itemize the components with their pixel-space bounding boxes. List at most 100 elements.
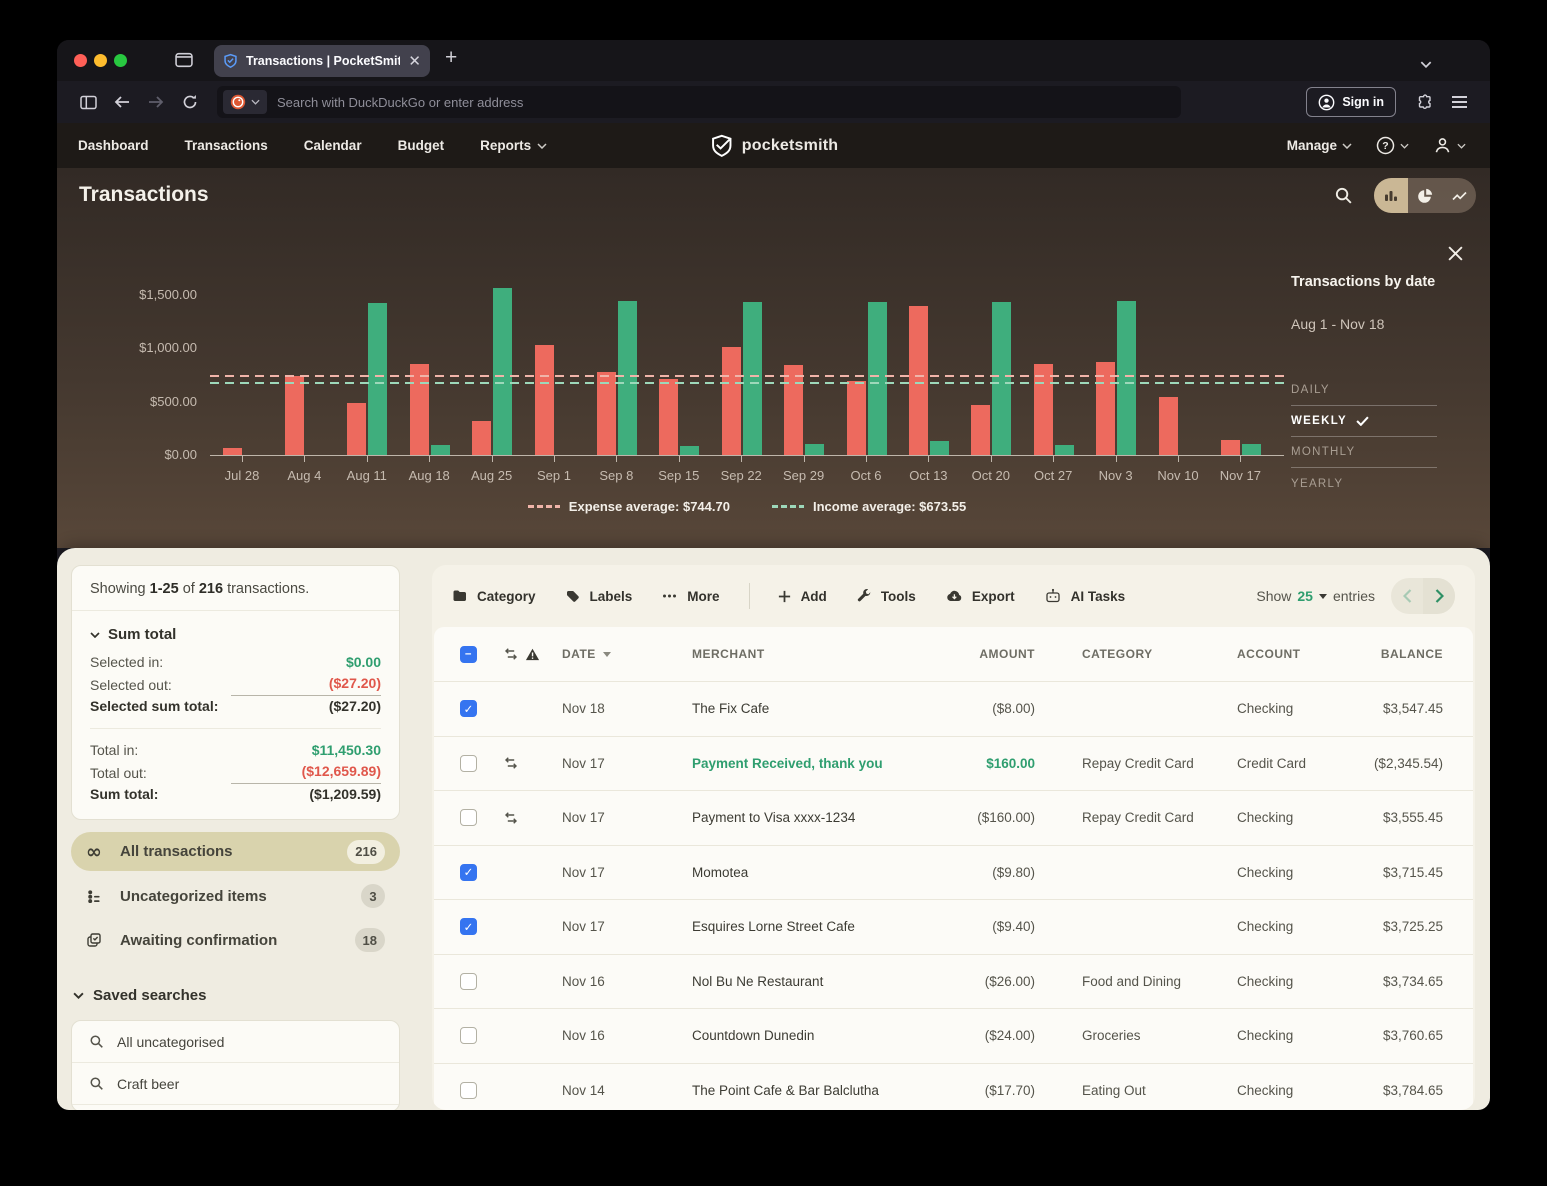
column-header-category[interactable]: CATEGORY (1082, 647, 1237, 661)
income-bar[interactable] (618, 301, 637, 455)
expense-bar[interactable] (347, 403, 366, 455)
close-icon[interactable] (1447, 245, 1464, 267)
back-button[interactable] (105, 87, 139, 117)
line-chart-toggle[interactable] (1442, 178, 1476, 213)
nav-item-reports[interactable]: Reports (480, 138, 547, 153)
sidebar-item-uncategorized-items[interactable]: Uncategorized items3 (71, 877, 400, 915)
row-checkbox[interactable] (460, 1027, 477, 1044)
table-row[interactable]: Nov 16Nol Bu Ne Restaurant($26.00)Food a… (434, 954, 1473, 1009)
expense-bar[interactable] (410, 364, 429, 455)
granularity-yearly[interactable]: YEARLY (1291, 468, 1437, 499)
expense-bar[interactable] (472, 421, 491, 455)
income-bar[interactable] (680, 446, 699, 455)
granularity-daily[interactable]: DAILY (1291, 375, 1437, 406)
expense-bar[interactable] (1221, 440, 1240, 455)
saved-search-all-uncategorised[interactable]: All uncategorised (72, 1021, 399, 1063)
expense-bar[interactable] (722, 347, 741, 455)
expense-bar[interactable] (285, 376, 304, 455)
forward-button[interactable] (139, 87, 173, 117)
table-row[interactable]: ✓Nov 17Momotea($9.80)Checking$3,715.45 (434, 845, 1473, 900)
row-checkbox[interactable] (460, 809, 477, 826)
income-bar[interactable] (805, 444, 824, 455)
row-checkbox[interactable] (460, 973, 477, 990)
minimize-window-button[interactable] (94, 54, 107, 67)
tab-close-icon[interactable]: ✕ (408, 52, 421, 70)
income-bar[interactable] (1055, 445, 1074, 455)
browser-tab[interactable]: Transactions | PocketSmith ✕ (214, 45, 430, 77)
column-header-amount[interactable]: AMOUNT (914, 647, 1035, 661)
add-button[interactable]: Add (777, 589, 827, 604)
row-checkbox[interactable]: ✓ (460, 918, 477, 935)
expense-bar[interactable] (847, 381, 866, 455)
income-bar[interactable] (1242, 444, 1261, 455)
pie-chart-toggle[interactable] (1408, 178, 1442, 213)
expense-bar[interactable] (223, 448, 242, 455)
saved-search-craft-beer[interactable]: Craft beer (72, 1063, 399, 1105)
account-menu[interactable] (1433, 136, 1466, 155)
income-bar[interactable] (493, 288, 512, 455)
table-row[interactable]: Nov 17Payment to Visa xxxx-1234($160.00)… (434, 790, 1473, 845)
export-button[interactable]: Export (945, 589, 1015, 604)
search-engine-selector[interactable] (223, 90, 267, 114)
expense-bar[interactable] (659, 379, 678, 455)
close-window-button[interactable] (74, 54, 87, 67)
nav-item-budget[interactable]: Budget (398, 138, 445, 153)
expense-bar[interactable] (535, 345, 554, 455)
labels-button[interactable]: Labels (565, 588, 633, 604)
table-row[interactable]: ✓Nov 17Esquires Lorne Street Cafe($9.40)… (434, 899, 1473, 954)
income-bar[interactable] (368, 303, 387, 455)
table-row[interactable]: Nov 14The Point Cafe & Bar Balclutha($17… (434, 1063, 1473, 1111)
extensions-puzzle-icon[interactable] (1408, 87, 1442, 117)
ai-tasks-button[interactable]: AI Tasks (1044, 588, 1126, 604)
nav-manage[interactable]: Manage (1287, 138, 1352, 153)
sidebar-item-all-transactions[interactable]: ∞All transactions216 (71, 832, 400, 871)
bar-chart-toggle[interactable] (1374, 178, 1408, 213)
income-bar[interactable] (992, 302, 1011, 455)
row-checkbox[interactable] (460, 755, 477, 772)
income-bar[interactable] (930, 441, 949, 455)
table-row[interactable]: Nov 17Payment Received, thank you$160.00… (434, 736, 1473, 791)
prev-page-button[interactable] (1391, 578, 1423, 614)
column-header-merchant[interactable]: MERCHANT (692, 647, 914, 661)
nav-item-transactions[interactable]: Transactions (185, 138, 268, 153)
expense-bar[interactable] (909, 306, 928, 455)
column-header-date[interactable]: DATE (562, 647, 692, 661)
saved-searches-header[interactable]: Saved searches (73, 987, 206, 1004)
reload-button[interactable] (173, 87, 207, 117)
nav-item-dashboard[interactable]: Dashboard (78, 138, 149, 153)
expense-bar[interactable] (1034, 364, 1053, 455)
firefox-view-icon[interactable] (175, 52, 193, 73)
sidebar-item-awaiting-confirmation[interactable]: Awaiting confirmation18 (71, 921, 400, 959)
row-checkbox[interactable]: ✓ (460, 700, 477, 717)
column-header-account[interactable]: ACCOUNT (1237, 647, 1357, 661)
tab-list-chevron-icon[interactable] (1420, 55, 1432, 73)
show-entries-control[interactable]: Show 25 entries (1256, 588, 1375, 604)
help-menu[interactable]: ? (1376, 136, 1409, 155)
new-tab-button[interactable]: + (445, 46, 457, 70)
sign-in-button[interactable]: Sign in (1306, 87, 1396, 117)
table-row[interactable]: ✓Nov 18The Fix Cafe($8.00)Checking$3,547… (434, 681, 1473, 736)
expense-bar[interactable] (784, 365, 803, 455)
income-bar[interactable] (1117, 301, 1136, 455)
expense-bar[interactable] (971, 405, 990, 455)
zoom-window-button[interactable] (114, 54, 127, 67)
select-all-checkbox[interactable]: – (460, 646, 477, 663)
row-checkbox[interactable] (460, 1082, 477, 1099)
tools-button[interactable]: Tools (856, 588, 916, 604)
granularity-monthly[interactable]: MONTHLY (1291, 437, 1437, 468)
url-bar[interactable]: Search with DuckDuckGo or enter address (217, 86, 1181, 118)
next-page-button[interactable] (1423, 578, 1455, 614)
more-button[interactable]: More (661, 588, 719, 604)
pocketsmith-logo[interactable]: pocketsmith (709, 134, 838, 158)
nav-item-calendar[interactable]: Calendar (304, 138, 362, 153)
table-row[interactable]: Nov 16Countdown Dunedin($24.00)Groceries… (434, 1008, 1473, 1063)
expense-bar[interactable] (1159, 397, 1178, 455)
sidebar-toggle-icon[interactable] (71, 87, 105, 117)
menu-hamburger-icon[interactable] (1442, 87, 1476, 117)
category-button[interactable]: Category (452, 588, 536, 604)
expense-bar[interactable] (597, 372, 616, 455)
income-bar[interactable] (868, 302, 887, 455)
search-icon[interactable] (1334, 186, 1353, 210)
income-bar[interactable] (743, 302, 762, 455)
row-checkbox[interactable]: ✓ (460, 864, 477, 881)
